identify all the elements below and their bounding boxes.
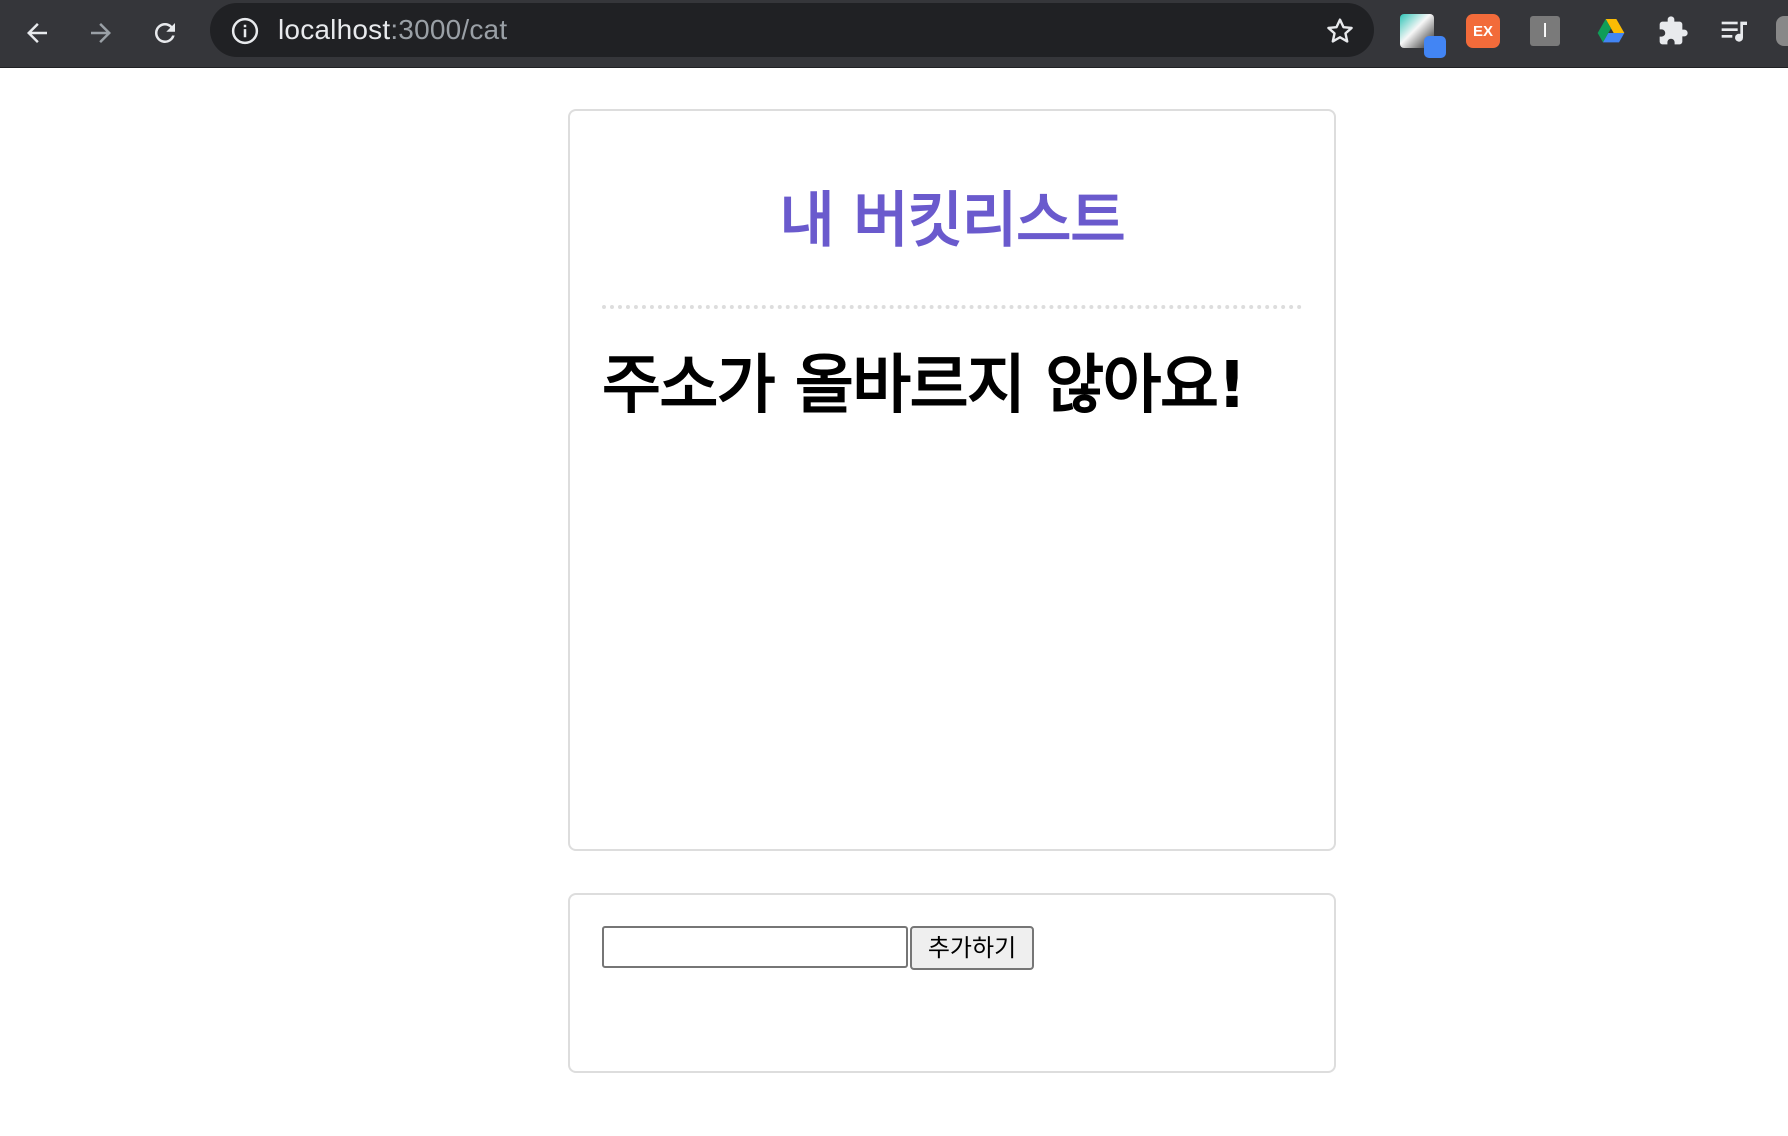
arrow-right-icon <box>91 23 111 43</box>
address-bar[interactable]: localhost:3000/cat <box>210 3 1374 57</box>
extension-ex-icon[interactable]: EX <box>1466 14 1500 48</box>
info-icon[interactable] <box>230 16 260 46</box>
title-divider <box>602 305 1302 309</box>
star-icon[interactable] <box>1324 15 1356 47</box>
google-drive-icon[interactable] <box>1594 14 1628 48</box>
back-button[interactable] <box>14 10 60 56</box>
add-item-input[interactable] <box>602 926 908 968</box>
add-button[interactable]: 추가하기 <box>910 926 1034 970</box>
browser-toolbar: localhost:3000/cat EX I <box>0 0 1788 68</box>
add-item-card: 추가하기 <box>568 893 1336 1073</box>
media-controls-icon[interactable] <box>1718 14 1752 48</box>
url-host: localhost <box>278 14 391 45</box>
profile-badge-icon <box>1424 36 1446 58</box>
profile-avatar-icon[interactable] <box>1776 16 1788 46</box>
puzzle-icon[interactable] <box>1656 14 1690 48</box>
page-title: 내 버킷리스트 <box>779 186 1125 256</box>
extension-i-icon[interactable]: I <box>1530 16 1560 46</box>
not-found-message: 주소가 올바르지 않아요! <box>602 349 1247 423</box>
url-text: localhost:3000/cat <box>278 3 507 57</box>
url-path: :3000/cat <box>390 14 508 45</box>
reload-icon <box>154 22 175 43</box>
bucket-list-card: 내 버킷리스트 주소가 올바르지 않아요! <box>568 109 1336 851</box>
reload-button[interactable] <box>142 10 188 56</box>
extension-avatar-icon[interactable] <box>1400 14 1446 58</box>
arrow-left-icon <box>27 23 47 43</box>
forward-button[interactable] <box>78 10 124 56</box>
